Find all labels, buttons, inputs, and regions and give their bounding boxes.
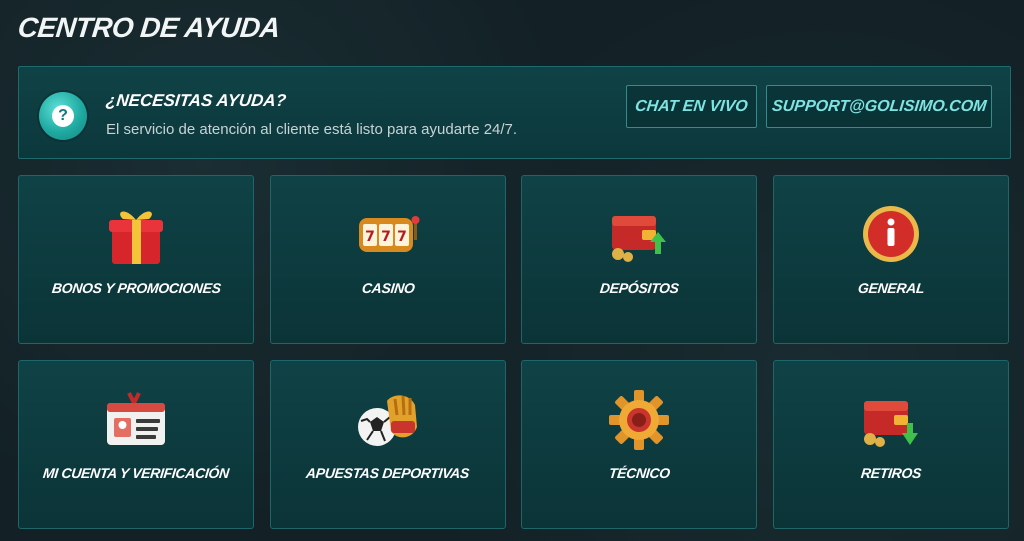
info-icon — [856, 202, 926, 268]
category-label: CASINO — [360, 280, 416, 296]
gear-icon — [604, 387, 674, 453]
category-card-depositos[interactable]: DEPÓSITOS — [521, 175, 757, 344]
category-label: DEPÓSITOS — [598, 280, 680, 296]
page-title: CENTRO DE AYUDA — [16, 12, 282, 43]
svg-text:7: 7 — [365, 229, 375, 245]
category-label: TÉCNICO — [607, 465, 671, 481]
soccer-glove-icon — [353, 387, 423, 453]
slot-machine-icon: 7 7 7 — [353, 202, 423, 268]
help-banner: ? ¿NECESITAS AYUDA? El servicio de atenc… — [18, 66, 1011, 159]
category-card-tecnico[interactable]: TÉCNICO — [521, 360, 757, 529]
help-subtitle: El servicio de atención al cliente está … — [106, 121, 518, 138]
category-card-general[interactable]: GENERAL — [773, 175, 1009, 344]
category-card-casino[interactable]: 7 7 7 CASINO — [270, 175, 506, 344]
live-chat-button[interactable]: CHAT EN VIVO — [626, 85, 757, 128]
live-chat-label: CHAT EN VIVO — [634, 97, 749, 115]
category-card-mi-cuenta[interactable]: MI CUENTA Y VERIFICACIÓN — [18, 360, 254, 529]
category-card-bonos[interactable]: BONOS Y PROMOCIONES — [18, 175, 254, 344]
svg-text:7: 7 — [397, 229, 407, 245]
wallet-deposit-icon — [604, 202, 674, 268]
support-email-label: SUPPORT@GOLISIMO.COM — [770, 97, 988, 115]
wallet-withdraw-icon — [856, 387, 926, 453]
category-card-apuestas[interactable]: APUESTAS DEPORTIVAS — [270, 360, 506, 529]
category-label: GENERAL — [856, 280, 926, 296]
category-label: MI CUENTA Y VERIFICACIÓN — [42, 465, 230, 481]
help-title: ¿NECESITAS AYUDA? — [105, 91, 288, 110]
question-icon: ? — [39, 92, 87, 140]
gift-icon — [101, 202, 171, 268]
category-label: APUESTAS DEPORTIVAS — [305, 465, 471, 481]
category-label: RETIROS — [860, 465, 922, 481]
id-card-icon — [101, 387, 171, 453]
category-label: BONOS Y PROMOCIONES — [50, 280, 222, 296]
category-card-retiros[interactable]: RETIROS — [773, 360, 1009, 529]
svg-text:7: 7 — [381, 229, 391, 245]
support-email-button[interactable]: SUPPORT@GOLISIMO.COM — [766, 85, 992, 128]
